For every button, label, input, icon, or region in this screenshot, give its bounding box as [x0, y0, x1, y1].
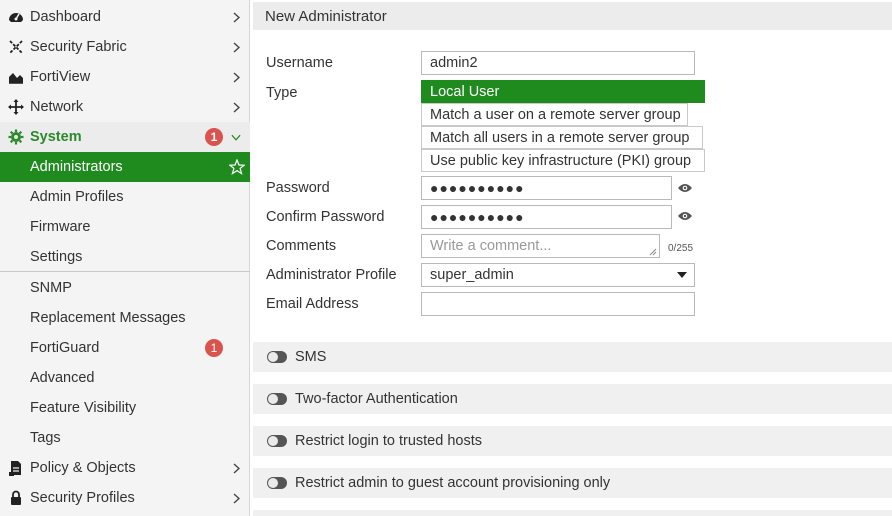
sidebar-divider [0, 271, 250, 272]
section-label: SMS [295, 349, 327, 365]
sidebar-item-admin-profiles[interactable]: Admin Profiles [0, 182, 250, 212]
eye-icon[interactable] [677, 182, 693, 194]
sidebar-item-label: Settings [30, 249, 83, 265]
network-icon [8, 99, 24, 115]
sidebar-item-label: Dashboard [30, 9, 101, 25]
chevron-right-icon [231, 462, 241, 474]
trusted-hosts-section[interactable]: Restrict login to trusted hosts [253, 426, 892, 456]
comments-field[interactable]: Write a comment... [421, 234, 660, 258]
sidebar-item-label: Policy & Objects [30, 460, 136, 476]
gear-icon [8, 129, 24, 145]
sidebar-item-label: Replacement Messages [30, 310, 186, 326]
section-label: Restrict login to trusted hosts [295, 433, 482, 449]
page-title: New Administrator [253, 2, 892, 30]
toggle-switch[interactable] [267, 435, 287, 447]
email-label: Email Address [266, 296, 359, 312]
star-icon[interactable] [229, 159, 245, 175]
dropdown-arrow-icon [677, 272, 687, 278]
sidebar-item-fortiview[interactable]: FortiView [0, 62, 250, 92]
sidebar-item-replacement-messages[interactable]: Replacement Messages [0, 303, 250, 333]
dashboard-icon [8, 9, 24, 25]
policy-icon [8, 460, 24, 476]
next-section-edge [253, 510, 892, 516]
sidebar-item-label: SNMP [30, 280, 72, 296]
password-label: Password [266, 180, 330, 196]
username-value: admin2 [430, 55, 478, 71]
main-panel: New Administrator Username admin2 Type L… [251, 0, 892, 516]
lock-icon [8, 490, 24, 506]
sidebar-item-label: Firmware [30, 219, 91, 235]
sidebar-item-security-profiles[interactable]: Security Profiles [0, 483, 250, 513]
sidebar-item-label: Admin Profiles [30, 189, 124, 205]
sidebar-item-firmware[interactable]: Firmware [0, 212, 250, 242]
toggle-switch[interactable] [267, 351, 287, 363]
sidebar-item-feature-visibility[interactable]: Feature Visibility [0, 393, 250, 423]
sidebar-item-tags[interactable]: Tags [0, 423, 250, 453]
chevron-right-icon [231, 41, 241, 53]
comments-counter: 0/255 [668, 243, 694, 254]
chevron-right-icon [231, 71, 241, 83]
sidebar-item-advanced[interactable]: Advanced [0, 363, 250, 393]
sidebar-item-label: FortiView [30, 69, 91, 85]
admin-profile-value: super_admin [430, 267, 514, 283]
sidebar-item-administrators[interactable]: Administrators [0, 152, 250, 182]
username-label: Username [266, 55, 333, 71]
password-mask: ●●●●●●●●●● [430, 180, 525, 196]
comments-label: Comments [266, 238, 337, 254]
toggle-switch[interactable] [267, 477, 287, 489]
sidebar-item-settings[interactable]: Settings [0, 242, 250, 272]
type-option-pki-group[interactable]: Use public key infrastructure (PKI) grou… [421, 149, 705, 172]
confirm-password-field[interactable]: ●●●●●●●●●● [421, 205, 672, 229]
eye-icon[interactable] [677, 210, 693, 222]
sidebar-item-network[interactable]: Network [0, 92, 250, 122]
type-option-remote-user[interactable]: Match a user on a remote server group [421, 103, 688, 126]
resize-handle-icon[interactable] [649, 248, 657, 256]
notification-badge: 1 [205, 128, 223, 146]
sidebar-item-security-fabric[interactable]: Security Fabric [0, 32, 250, 62]
sidebar-item-dashboard[interactable]: Dashboard [0, 2, 250, 32]
guest-provisioning-section[interactable]: Restrict admin to guest account provisio… [253, 468, 892, 498]
notification-badge: 1 [205, 339, 223, 357]
sidebar-item-label: Security Fabric [30, 39, 127, 55]
fortiview-icon [8, 69, 24, 85]
sidebar: Dashboard Security Fabric FortiView Netw… [0, 0, 250, 516]
sidebar-item-label: Administrators [30, 159, 123, 175]
two-factor-section[interactable]: Two-factor Authentication [253, 384, 892, 414]
sidebar-item-snmp[interactable]: SNMP [0, 273, 250, 303]
sidebar-item-label: Feature Visibility [30, 400, 137, 416]
sms-section[interactable]: SMS [253, 342, 892, 372]
admin-profile-label: Administrator Profile [266, 267, 397, 283]
sidebar-item-label: Advanced [30, 370, 95, 386]
chevron-right-icon [231, 11, 241, 23]
section-label: Restrict admin to guest account provisio… [295, 475, 611, 491]
sidebar-item-policy-objects[interactable]: Policy & Objects [0, 453, 250, 483]
sidebar-item-system[interactable]: System 1 [0, 122, 250, 152]
sidebar-item-label: Security Profiles [30, 490, 135, 506]
security-fabric-icon [8, 39, 24, 55]
confirm-password-label: Confirm Password [266, 209, 385, 225]
sidebar-item-label: FortiGuard [30, 340, 100, 356]
confirm-password-mask: ●●●●●●●●●● [430, 209, 525, 225]
type-option-local-user[interactable]: Local User [421, 80, 705, 103]
password-field[interactable]: ●●●●●●●●●● [421, 176, 672, 200]
sidebar-item-fortiguard[interactable]: FortiGuard 1 [0, 333, 250, 363]
chevron-down-icon [231, 134, 241, 141]
sidebar-item-label: Tags [30, 430, 61, 446]
chevron-right-icon [231, 101, 241, 113]
chevron-right-icon [231, 492, 241, 504]
email-field[interactable] [421, 292, 695, 316]
admin-profile-select[interactable]: super_admin [421, 263, 695, 287]
type-label: Type [266, 85, 298, 101]
sidebar-item-label: Network [30, 99, 84, 115]
sidebar-item-label: System [30, 129, 82, 145]
comments-placeholder: Write a comment... [430, 238, 552, 254]
toggle-switch[interactable] [267, 393, 287, 405]
username-field[interactable]: admin2 [421, 51, 695, 75]
type-option-remote-group[interactable]: Match all users in a remote server group [421, 126, 703, 149]
section-label: Two-factor Authentication [295, 391, 458, 407]
